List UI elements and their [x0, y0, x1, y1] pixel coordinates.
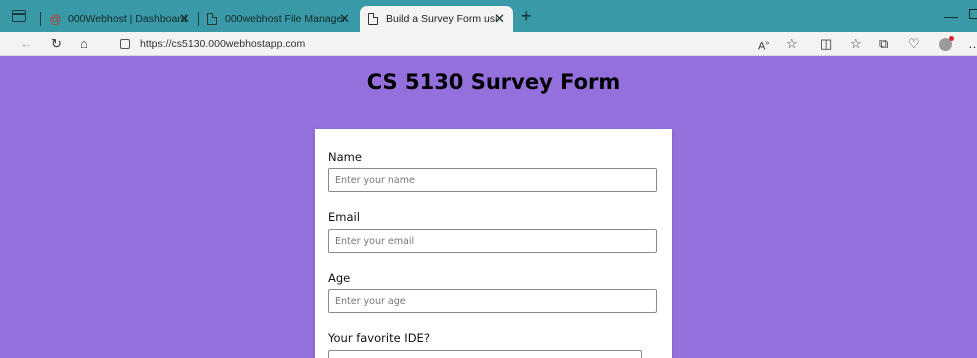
email-label: Email [328, 210, 360, 224]
page-icon [207, 13, 217, 25]
favorite-star-icon[interactable]: ☆ [786, 36, 798, 52]
favorites-icon[interactable]: ☆ [850, 36, 862, 52]
tab-title: Build a Survey Form using HTML [386, 13, 498, 25]
tab-survey-form[interactable]: Build a Survey Form using HTML ✕ [360, 6, 513, 32]
tab-dashboard[interactable]: @ 000Webhost | Dashboard ✕ [40, 6, 198, 32]
profile-avatar[interactable] [939, 36, 954, 51]
name-label: Name [328, 150, 362, 164]
tab-separator [198, 12, 199, 26]
address-text: https://cs5130.000webhostapp.com [140, 38, 306, 50]
collections-icon[interactable]: ⧉ [879, 36, 888, 52]
workspaces-icon[interactable] [12, 10, 26, 22]
tab-separator [40, 12, 41, 26]
favorite-ide-select[interactable] [328, 350, 642, 358]
minimize-icon[interactable]: — [944, 8, 958, 24]
site-info-icon[interactable] [120, 39, 130, 49]
survey-form: Name Email Age Your favorite IDE? [315, 129, 672, 358]
more-menu-icon[interactable]: … [968, 36, 977, 52]
name-input[interactable] [328, 168, 657, 192]
new-tab-icon[interactable]: + [521, 7, 532, 25]
home-icon[interactable]: ⌂ [80, 36, 88, 52]
page-title: CS 5130 Survey Form [366, 70, 621, 94]
tab-title: 000Webhost | Dashboard [68, 13, 187, 25]
close-tab-icon[interactable]: ✕ [339, 11, 350, 27]
close-tab-icon[interactable]: ✕ [494, 11, 505, 27]
age-input[interactable] [328, 289, 657, 313]
maximize-icon[interactable] [969, 9, 977, 19]
close-tab-icon[interactable]: ✕ [179, 11, 190, 27]
split-screen-icon[interactable]: ◫ [820, 36, 832, 52]
refresh-icon[interactable]: ↻ [51, 36, 62, 52]
tab-title: 000webhost File Manager [225, 13, 346, 25]
back-icon[interactable]: ← [20, 36, 33, 52]
email-input[interactable] [328, 229, 657, 253]
address-bar[interactable]: https://cs5130.000webhostapp.com [120, 36, 305, 52]
browser-toolbar: ← ↻ ⌂ https://cs5130.000webhostapp.com A… [0, 32, 977, 56]
age-label: Age [328, 271, 351, 285]
webhost-favicon-icon: @ [49, 11, 62, 26]
tab-strip: @ 000Webhost | Dashboard ✕ 000webhost Fi… [0, 0, 977, 32]
page-icon [368, 13, 378, 25]
read-aloud-icon[interactable]: A» [758, 36, 769, 55]
performance-icon[interactable]: ♡ [908, 36, 920, 52]
favorite-ide-label: Your favorite IDE? [328, 331, 430, 345]
tab-file-manager[interactable]: 000webhost File Manager ✕ [198, 6, 358, 32]
